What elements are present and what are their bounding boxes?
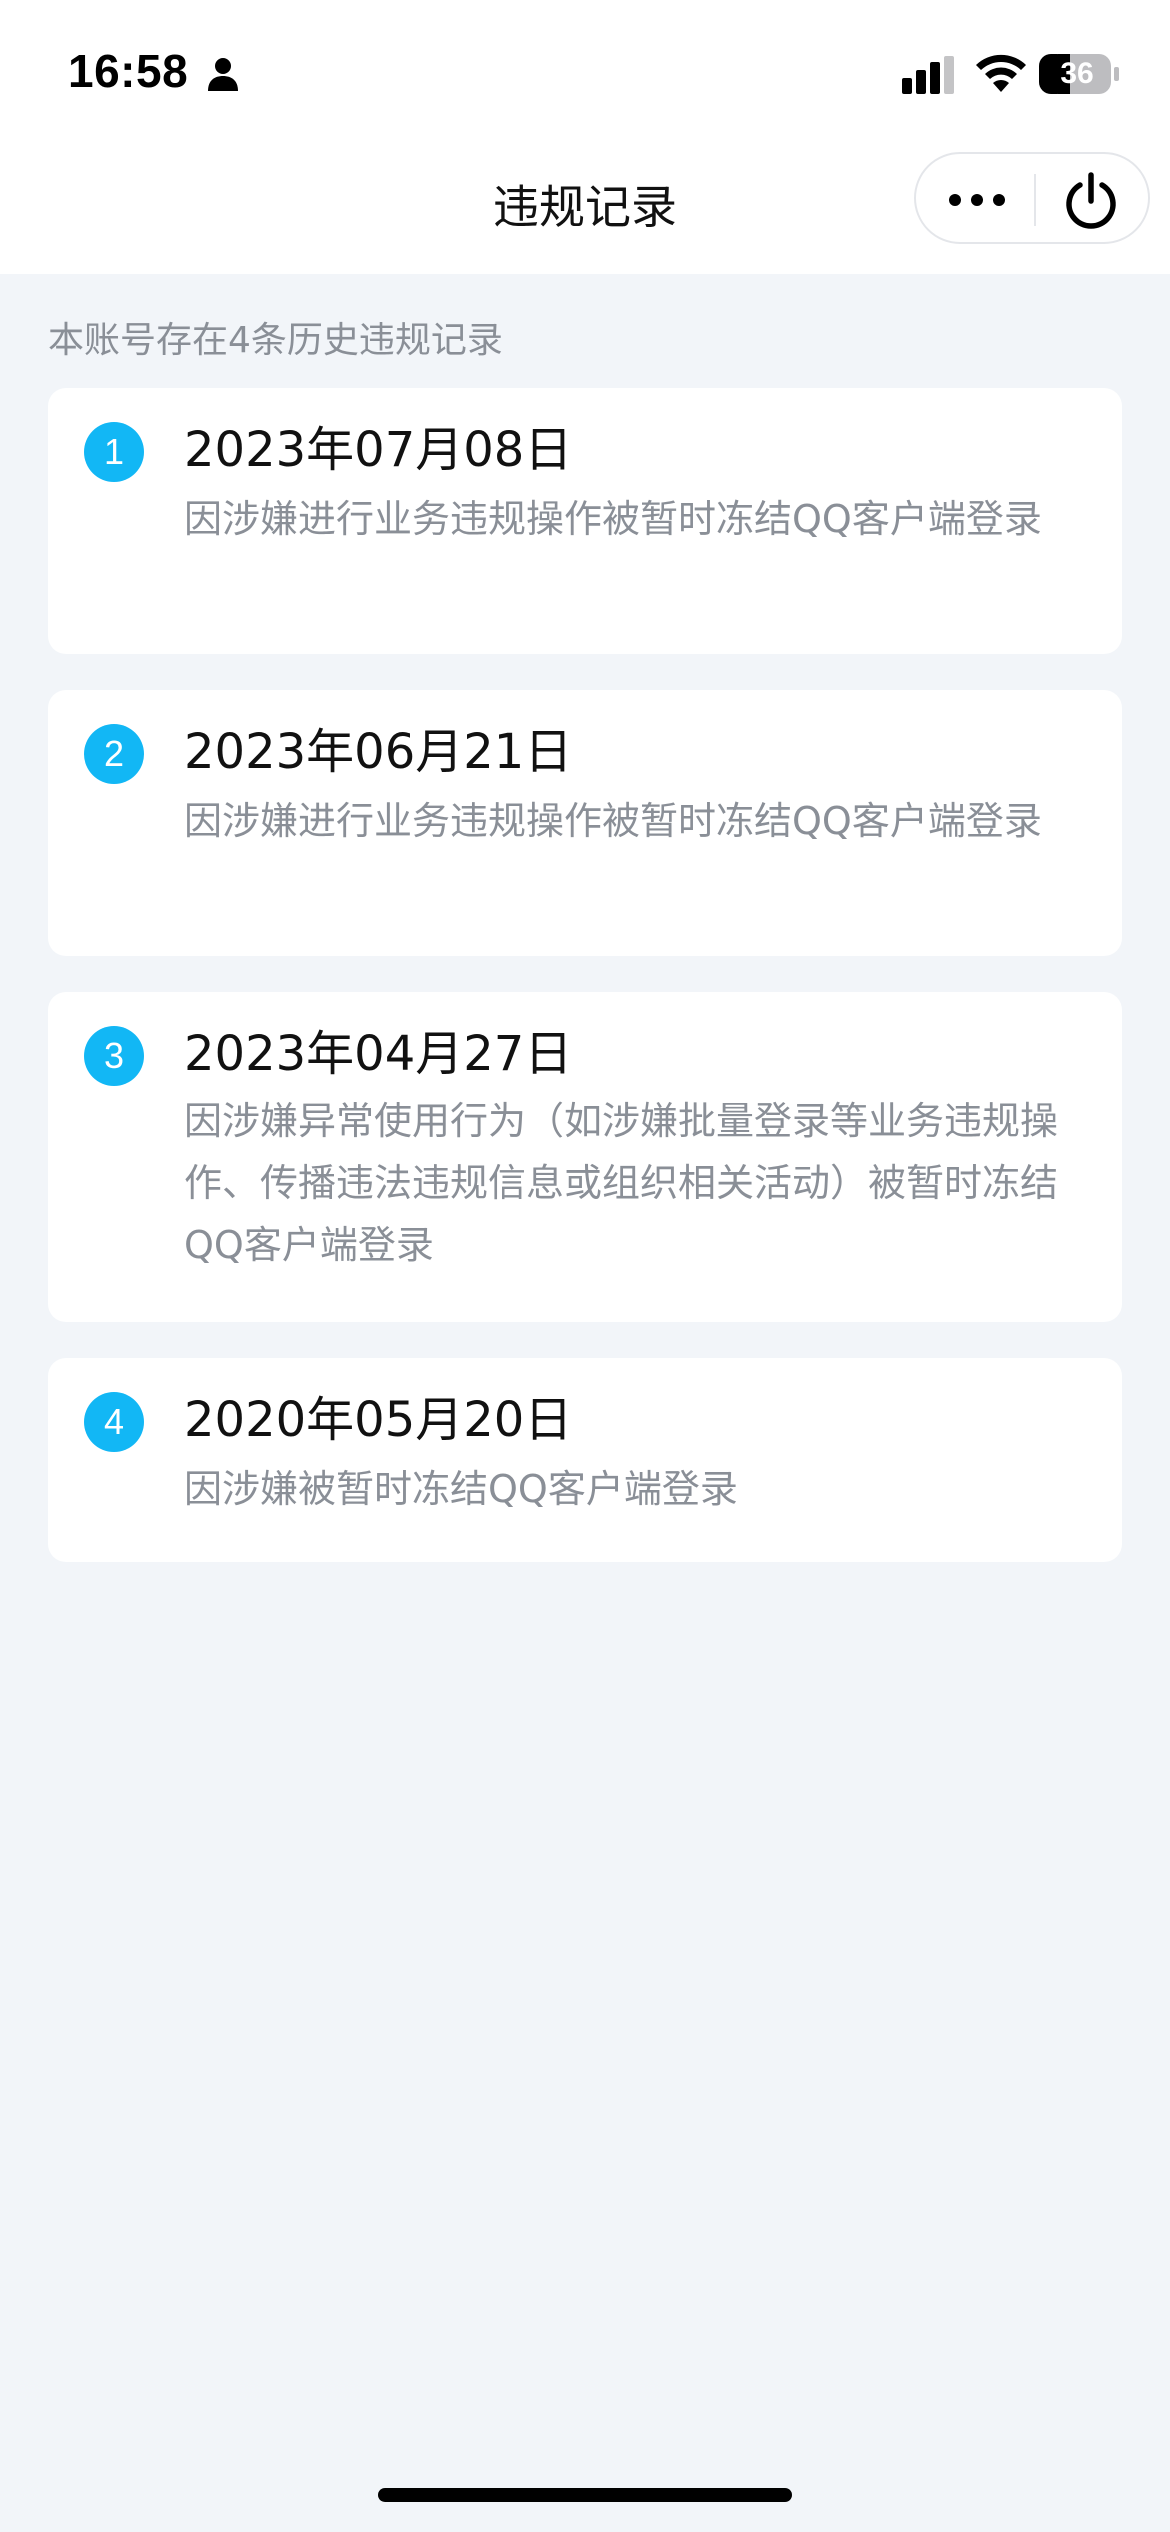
record-date: 2023年07月08日 <box>184 422 573 478</box>
record-description: 因涉嫌进行业务违规操作被暂时冻结QQ客户端登录 <box>184 799 1042 843</box>
home-indicator[interactable] <box>378 2488 792 2502</box>
record-description: 因涉嫌被暂时冻结QQ客户端登录 <box>184 1467 738 1511</box>
person-icon <box>208 58 238 91</box>
record-summary: 本账号存在4条历史违规记录 <box>48 320 503 361</box>
signal-icon <box>902 56 954 94</box>
record-description: 因涉嫌异常使用行为（如涉嫌批量登录等业务违规操作、传播违法违规信息或组织相关活动… <box>184 1099 1059 1267</box>
record-index-badge: 3 <box>84 1026 144 1086</box>
menu-capsule <box>914 152 1150 244</box>
capsule-divider <box>1034 174 1036 226</box>
record-date: 2023年06月21日 <box>184 724 573 780</box>
record-index-badge: 4 <box>84 1392 144 1452</box>
record-card: 2 2023年06月21日 因涉嫌进行业务违规操作被暂时冻结QQ客户端登录 <box>48 690 1122 956</box>
record-index-badge: 2 <box>84 724 144 784</box>
record-card: 1 2023年07月08日 因涉嫌进行业务违规操作被暂时冻结QQ客户端登录 <box>48 388 1122 654</box>
power-icon[interactable] <box>1062 172 1120 230</box>
record-index-badge: 1 <box>84 422 144 482</box>
record-date: 2020年05月20日 <box>184 1392 573 1448</box>
wifi-icon <box>976 54 1026 92</box>
record-description: 因涉嫌进行业务违规操作被暂时冻结QQ客户端登录 <box>184 497 1042 541</box>
battery-level: 36 <box>1060 57 1094 90</box>
record-card: 4 2020年05月20日 因涉嫌被暂时冻结QQ客户端登录 <box>48 1358 1122 1562</box>
record-card: 3 2023年04月27日 因涉嫌异常使用行为（如涉嫌批量登录等业务违规操作、传… <box>48 992 1122 1322</box>
status-time: 16:58 <box>68 45 189 97</box>
record-date: 2023年04月27日 <box>184 1026 573 1082</box>
screen: 16:58 36 违规记录 本账号存在4条历史违规记录 1 2023年07月08… <box>0 0 1170 2532</box>
more-icon[interactable] <box>946 184 1008 216</box>
